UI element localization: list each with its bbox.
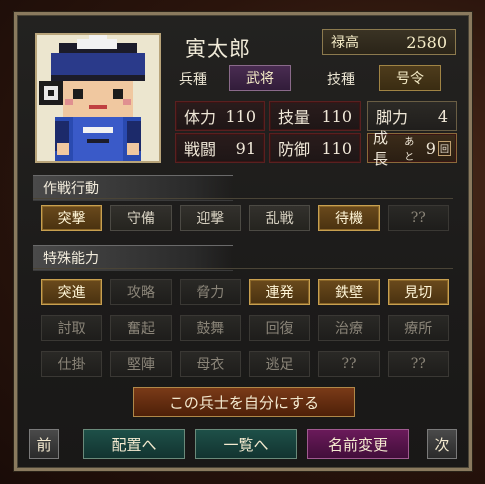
rokudaka-value: 2580 [406, 32, 447, 52]
ability-button[interactable]: 逃足 [248, 351, 311, 377]
tactic-button[interactable]: 待機 [318, 205, 380, 231]
stat-tairyoku: 体力 110 [175, 101, 265, 131]
ability-button[interactable]: 療所 [387, 315, 449, 341]
unit-status-panel: 寅太郎 禄高 2580 兵種 武将 技種 号令 体力 110 技量 110 脚力… [13, 11, 473, 472]
stat-tairyoku-label: 体力 [184, 108, 217, 127]
stat-kyakuryoku-label: 脚力 [376, 108, 409, 127]
ability-row: 仕掛 堅陣 母衣 逃足???? [41, 351, 449, 377]
ability-button[interactable]: 堅陣 [110, 351, 172, 377]
heishu-value: 武将 [229, 65, 291, 91]
abilities-grid: 突進 攻略 脅力 連発 鉄壁 見切 討取 奮起 鼓舞 回復 治療 療所 仕掛 堅陣 母衣 逃足???? [41, 279, 449, 377]
ability-button[interactable]: 鼓舞 [179, 315, 241, 341]
tactics-divider [33, 198, 453, 199]
tactic-button[interactable]: 乱戦 [248, 205, 311, 231]
ability-row: 討取 奮起 鼓舞 回復 治療 療所 [41, 315, 449, 341]
ability-button[interactable]: 治療 [318, 315, 380, 341]
stat-giryo-value: 110 [321, 106, 352, 126]
deploy-button[interactable]: 配置へ [83, 429, 185, 459]
stat-bogyo-label: 防御 [278, 140, 311, 159]
ability-button[interactable]: 突進 [41, 279, 103, 305]
ability-button[interactable]: 脅力 [179, 279, 241, 305]
unit-portrait [35, 33, 161, 163]
rokudaka-label: 禄高 [331, 35, 359, 51]
prev-button[interactable]: 前 [29, 429, 59, 459]
ability-button[interactable]: 回復 [248, 315, 311, 341]
ability-button[interactable]: 母衣 [179, 351, 241, 377]
gishu-label: 技種 [327, 72, 355, 88]
own-unit-button[interactable]: この兵士を自分にする [133, 387, 355, 417]
stat-bogyo-value: 110 [321, 138, 352, 158]
rokudaka-box: 禄高 2580 [322, 29, 456, 55]
ability-button[interactable]: ?? [387, 351, 449, 377]
stat-growth-suffix: 回 [437, 140, 451, 156]
stat-growth-label: 成長 [373, 129, 389, 168]
stat-sento-label: 戦闘 [184, 140, 217, 159]
stat-kyakuryoku-value: 4 [437, 106, 448, 126]
gishu-value: 号令 [379, 65, 441, 91]
ability-button[interactable]: 鉄壁 [318, 279, 380, 305]
list-button[interactable]: 一覧へ [195, 429, 297, 459]
stat-growth-prefix: あと [404, 137, 415, 163]
ability-button[interactable]: 奮起 [110, 315, 172, 341]
tactic-button[interactable]: 突撃 [41, 205, 103, 231]
ability-button[interactable]: 連発 [248, 279, 311, 305]
unit-name: 寅太郎 [185, 37, 251, 61]
tactic-button[interactable]: ?? [387, 205, 449, 231]
tactic-button[interactable]: 守備 [110, 205, 172, 231]
ability-button[interactable]: 仕掛 [41, 351, 103, 377]
abilities-divider [33, 268, 453, 269]
ability-button[interactable]: 見切 [387, 279, 449, 305]
stat-bogyo: 防御 110 [269, 133, 361, 163]
stat-giryo: 技量 110 [269, 101, 361, 131]
stat-sento-value: 91 [235, 138, 256, 158]
next-button[interactable]: 次 [427, 429, 457, 459]
rename-button[interactable]: 名前変更 [307, 429, 409, 459]
stat-giryo-label: 技量 [278, 108, 311, 127]
pixel-samurai-image [37, 35, 159, 161]
tactics-button-row: 突撃 守備 迎撃 乱戦 待機?? [41, 205, 449, 231]
ability-button[interactable]: 討取 [41, 315, 103, 341]
ability-row: 突進 攻略 脅力 連発 鉄壁 見切 [41, 279, 449, 305]
heishu-label: 兵種 [179, 72, 207, 88]
tactic-button[interactable]: 迎撃 [179, 205, 241, 231]
stat-growth: 成長 あと 9 回 [367, 129, 457, 168]
stat-sento: 戦闘 91 [175, 133, 265, 163]
stat-tairyoku-value: 110 [225, 106, 256, 126]
stat-growth-value: 9 [425, 138, 436, 158]
ability-button[interactable]: 攻略 [110, 279, 172, 305]
ability-button[interactable]: ?? [318, 351, 380, 377]
